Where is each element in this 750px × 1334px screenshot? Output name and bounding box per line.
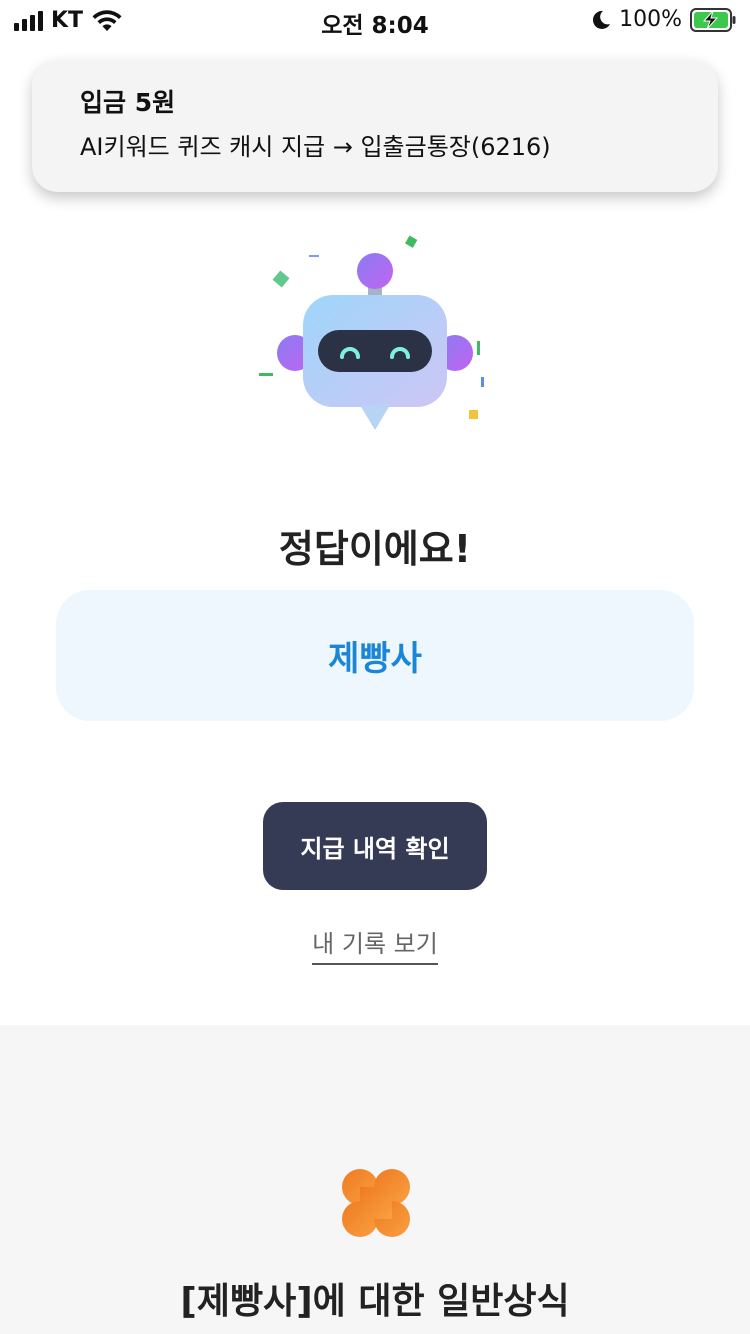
moon-icon xyxy=(593,10,611,29)
pay-history-button[interactable]: 지급 내역 확인 xyxy=(263,802,487,890)
correct-answer-heading: 정답이에요! xyxy=(278,527,472,571)
notification-body: AI키워드 퀴즈 캐시 지급 → 입출금통장(6216) xyxy=(80,133,551,161)
answer-box: 제빵사 xyxy=(56,590,694,721)
section-title: [제빵사]에 대한 일반상식 xyxy=(180,1281,570,1322)
battery-percent: 100% xyxy=(619,7,682,32)
clover-icon xyxy=(342,1169,410,1237)
status-right: 100% xyxy=(591,7,736,32)
robot-mascot-icon xyxy=(259,235,484,430)
battery-charging-icon xyxy=(690,7,736,32)
deposit-notification[interactable]: 입금 5원 AI키워드 퀴즈 캐시 지급 → 입출금통장(6216) xyxy=(32,60,718,192)
my-record-link[interactable]: 내 기록 보기 xyxy=(312,924,438,965)
status-bar: KT 오전 8:04 100% xyxy=(0,0,750,40)
answer-text: 제빵사 xyxy=(328,639,422,679)
notification-title: 입금 5원 xyxy=(80,88,176,117)
